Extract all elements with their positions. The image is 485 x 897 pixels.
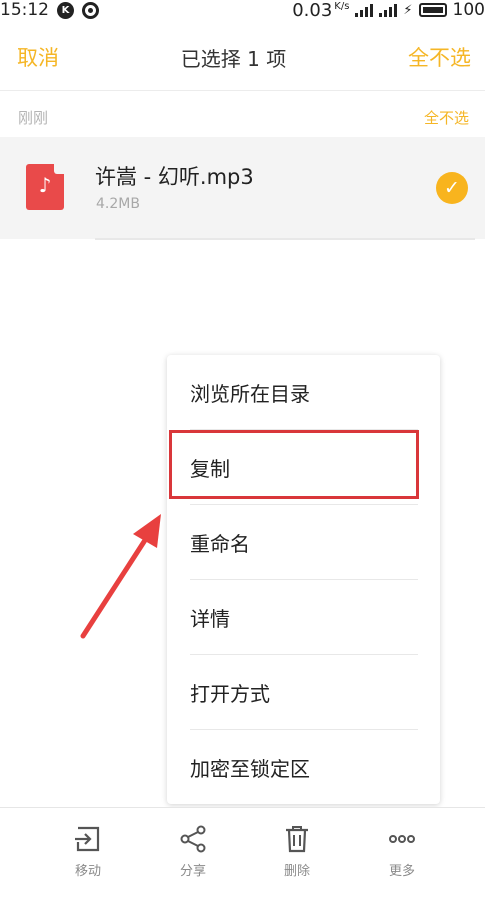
section-deselect-all-button[interactable]: 全不选: [424, 107, 469, 128]
bottom-toolbar: 移动 分享 删除 更多: [0, 807, 485, 897]
status-left: 15:12 K: [0, 0, 99, 20]
share-label: 分享: [179, 864, 206, 879]
move-label: 移动: [74, 864, 101, 879]
signal-bars-icon: [355, 3, 374, 17]
delete-label: 删除: [283, 864, 310, 879]
menu-item-rename[interactable]: 重命名: [167, 505, 440, 579]
file-list-item[interactable]: ♪ 许嵩 - 幻听.mp3 4.2MB ✓: [0, 137, 485, 239]
status-time: 15:12: [0, 0, 49, 20]
move-button[interactable]: 移动: [58, 824, 118, 884]
share-icon: [180, 825, 206, 853]
context-menu: 浏览所在目录 复制 重命名 详情 打开方式 加密至锁定区: [167, 355, 440, 804]
share-button[interactable]: 分享: [163, 824, 223, 884]
file-name: 许嵩 - 幻听.mp3: [95, 165, 254, 189]
copy-highlight-box: [169, 430, 419, 499]
charging-icon: ⚡: [403, 2, 413, 18]
menu-item-encrypt-to-locked-area[interactable]: 加密至锁定区: [167, 730, 440, 804]
battery-icon: [418, 3, 447, 17]
network-speed: 0.03 K/s: [292, 0, 350, 21]
file-row-divider: [95, 238, 475, 240]
deselect-all-button[interactable]: 全不选: [408, 42, 471, 72]
delete-icon: [286, 826, 308, 853]
battery-level: 100: [452, 0, 485, 20]
menu-item-browse-directory[interactable]: 浏览所在目录: [167, 355, 440, 429]
cancel-button[interactable]: 取消: [17, 42, 59, 72]
move-icon: [75, 826, 100, 852]
signal-bars-icon: [379, 3, 398, 17]
page-title: 已选择 1 项: [180, 46, 287, 71]
header-divider: [0, 90, 485, 91]
status-bar: 15:12 K 0.03 K/s ⚡ 100: [0, 0, 485, 21]
more-icon: [389, 835, 415, 843]
more-label: 更多: [388, 864, 415, 879]
menu-item-details[interactable]: 详情: [167, 580, 440, 654]
k-icon: K: [57, 1, 74, 19]
section-label: 刚刚: [18, 108, 49, 127]
file-size: 4.2MB: [96, 196, 140, 212]
status-right: 0.03 K/s ⚡ 100: [292, 0, 485, 21]
annotation-arrow-icon: [80, 514, 161, 639]
delete-button[interactable]: 删除: [267, 824, 327, 884]
menu-item-open-with[interactable]: 打开方式: [167, 655, 440, 729]
more-button[interactable]: 更多: [372, 824, 432, 884]
selection-header: 取消 已选择 1 项 全不选: [0, 30, 485, 84]
signal-ring-icon: [82, 1, 99, 19]
selected-check-icon[interactable]: ✓: [436, 172, 468, 204]
music-file-icon: ♪: [26, 164, 64, 210]
section-header: 刚刚 全不选: [0, 98, 485, 136]
